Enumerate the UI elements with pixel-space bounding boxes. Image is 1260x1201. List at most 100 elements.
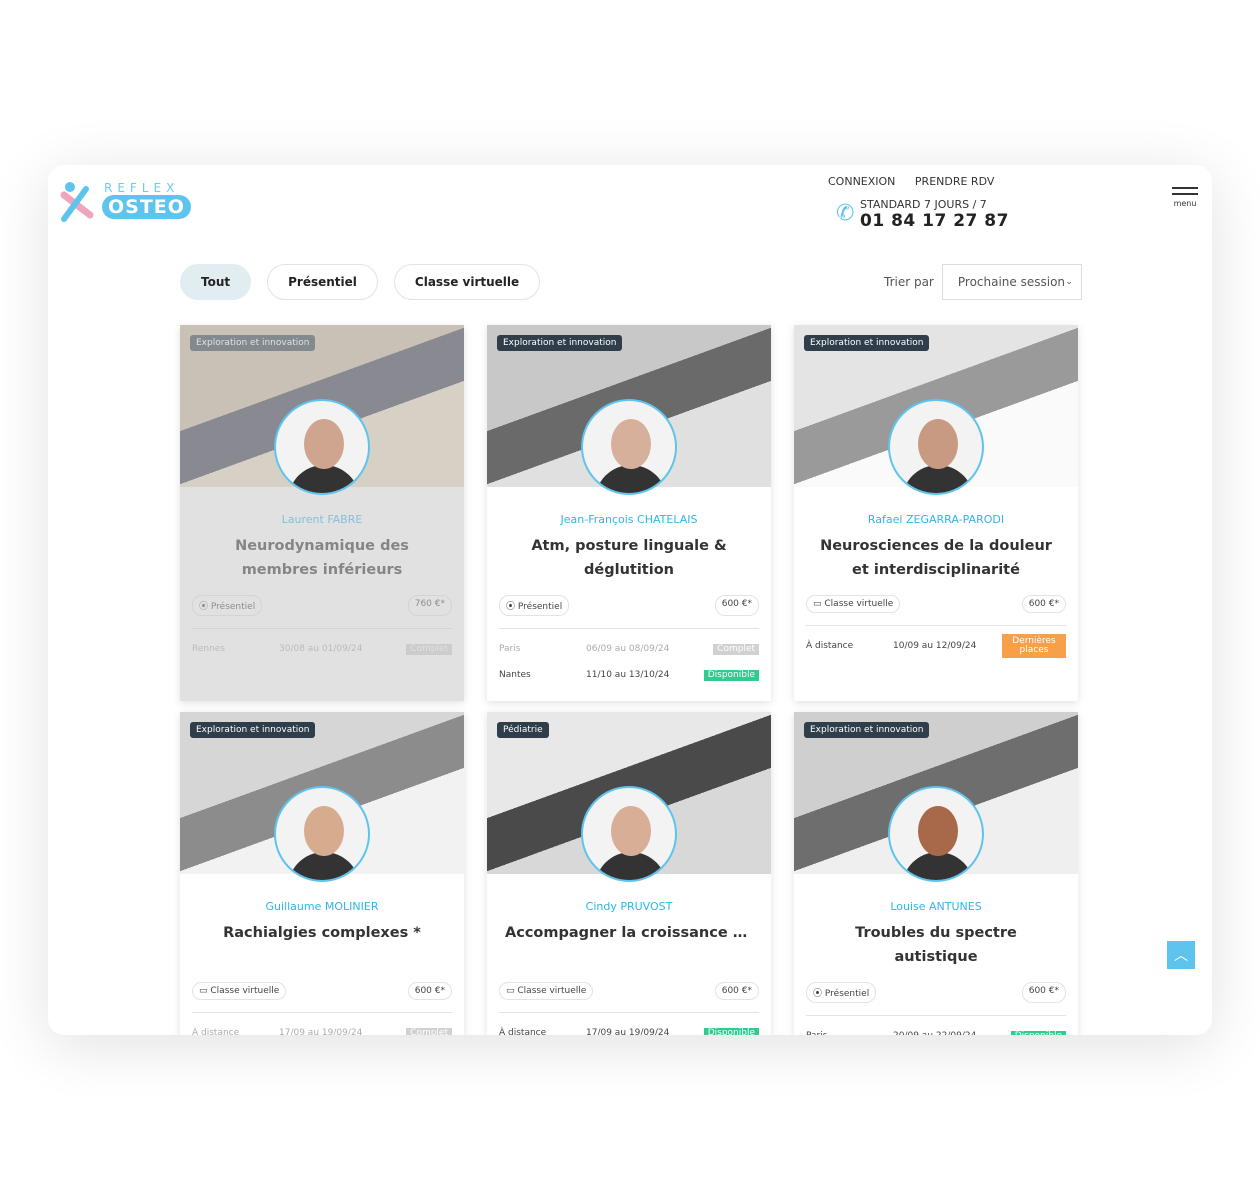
category-tag: Exploration et innovation [804, 722, 930, 738]
sort-value: Prochaine session [957, 275, 1066, 289]
course-title[interactable]: Neurosciences de la douleur et interdisc… [812, 534, 1060, 582]
mode-label: Présentiel [824, 989, 870, 999]
mode-chip: ⦿ Présentiel [806, 982, 877, 1003]
category-tag: Exploration et innovation [190, 722, 316, 738]
session-city: À distance [499, 1028, 547, 1035]
course-card[interactable]: Exploration et innovation Louise ANTUNES… [794, 712, 1078, 1035]
session-dates: 10/09 au 12/09/24 [893, 641, 977, 651]
session-dates: 11/10 au 13/10/24 [586, 670, 670, 680]
video-icon: ▭ [506, 986, 515, 996]
brand-line2: OSTEO [102, 195, 191, 219]
chevron-down-icon: ⌄ [1065, 277, 1073, 287]
price-chip: 600 €* [407, 982, 452, 1000]
trainer-name[interactable]: Laurent FABRE [180, 513, 464, 526]
session-row[interactable]: À distance 10/09 au 12/09/24 Dernières p… [806, 634, 1066, 658]
course-title[interactable]: Atm, posture linguale & déglutition [505, 534, 753, 582]
video-icon: ▭ [813, 599, 822, 609]
mode-chip: ▭ Classe virtuelle [499, 982, 594, 1000]
mode-label: Classe virtuelle [824, 599, 894, 609]
map-pin-icon: ⦿ [506, 602, 516, 612]
status-badge: Complet [406, 1027, 452, 1035]
category-tag: Pédiatrie [497, 722, 549, 738]
session-dates: 30/08 au 01/09/24 [279, 644, 363, 654]
trainer-avatar [888, 786, 984, 882]
mode-chip: ▭ Classe virtuelle [192, 982, 287, 1000]
sort-select[interactable]: Prochaine session ⌄ [941, 264, 1082, 300]
course-card[interactable]: Pédiatrie Cindy PRUVOST Accompagner la c… [487, 712, 771, 1035]
status-badge: Complet [713, 643, 759, 655]
filter-all[interactable]: Tout [180, 264, 252, 300]
status-badge: Complet [406, 643, 452, 655]
browser-window: REFLEX OSTEO CONNEXION PRENDRE RDV ✆ STA… [48, 165, 1212, 1035]
trainer-name[interactable]: Cindy PRUVOST [487, 900, 771, 913]
trainer-avatar [581, 786, 677, 882]
menu-label: menu [1173, 199, 1197, 208]
divider [499, 628, 759, 629]
session-city: Nantes [499, 670, 531, 680]
chevron-up-icon: ︿ [1174, 948, 1188, 964]
trainer-avatar [581, 399, 677, 495]
category-tag: Exploration et innovation [804, 335, 930, 351]
session-city: À distance [806, 641, 854, 651]
map-pin-icon: ⦿ [199, 602, 209, 612]
scroll-to-top-button[interactable]: ︿ [1167, 941, 1195, 969]
phone-icon: ✆ [836, 201, 855, 226]
logo-figure-icon [60, 182, 94, 222]
session-dates: 17/09 au 19/09/24 [279, 1028, 363, 1035]
session-row[interactable]: Rennes 30/08 au 01/09/24 Complet [192, 643, 452, 655]
sort-label: Trier par [884, 275, 934, 289]
course-card[interactable]: Exploration et innovation Jean-François … [487, 325, 771, 701]
hamburger-icon [1172, 187, 1198, 189]
course-title[interactable]: Accompagner la croissance de l'enfant, e… [505, 921, 753, 969]
map-pin-icon: ⦿ [813, 989, 823, 999]
divider [806, 625, 1066, 626]
trainer-name[interactable]: Louise ANTUNES [794, 900, 1078, 913]
course-card[interactable]: Exploration et innovation Laurent FABRE … [180, 325, 464, 701]
price-chip: 760 €* [407, 595, 452, 616]
divider [192, 1012, 452, 1013]
session-city: À distance [192, 1028, 240, 1035]
filter-virtual[interactable]: Classe virtuelle [393, 264, 541, 300]
course-card[interactable]: Exploration et innovation Guillaume MOLI… [180, 712, 464, 1035]
phone-number: 01 84 17 27 87 [860, 211, 1009, 231]
course-title[interactable]: Rachialgies complexes * [198, 921, 446, 969]
video-icon: ▭ [199, 986, 208, 996]
session-city: Paris [806, 1031, 893, 1035]
course-title[interactable]: Neurodynamique des membres inférieurs [198, 534, 446, 582]
session-row[interactable]: Paris 20/09 au 22/09/24 Disponible [806, 1030, 1066, 1035]
phone-label: STANDARD 7 JOURS / 7 [860, 198, 987, 211]
session-row[interactable]: À distance 17/09 au 19/09/24 Disponible [499, 1027, 759, 1035]
filter-in-person[interactable]: Présentiel [267, 264, 378, 300]
session-dates: 06/09 au 08/09/24 [586, 644, 670, 654]
hamburger-icon-bar [1172, 193, 1198, 195]
session-dates: 20/09 au 22/09/24 [893, 1031, 1011, 1035]
trainer-name[interactable]: Jean-François CHATELAIS [487, 513, 771, 526]
trainer-name[interactable]: Rafael ZEGARRA-PARODI [794, 513, 1078, 526]
status-badge: Disponible [1010, 1030, 1066, 1035]
logo[interactable]: REFLEX OSTEO [56, 181, 191, 225]
book-appointment-link[interactable]: PRENDRE RDV [915, 175, 994, 188]
course-card[interactable]: Exploration et innovation Rafael ZEGARRA… [794, 325, 1078, 701]
mode-label: Présentiel [210, 602, 256, 612]
status-badge: Disponible [703, 1027, 759, 1035]
phone-block[interactable]: ✆ STANDARD 7 JOURS / 7 01 84 17 27 87 [832, 195, 1017, 234]
session-row[interactable]: Paris 06/09 au 08/09/24 Complet [499, 643, 759, 655]
mode-label: Classe virtuelle [210, 986, 280, 996]
divider [192, 628, 452, 629]
price-chip: 600 €* [1021, 982, 1066, 1003]
course-title[interactable]: Troubles du spectre autistique [812, 921, 1060, 969]
price-chip: 600 €* [1021, 595, 1066, 613]
trainer-name[interactable]: Guillaume MOLINIER [180, 900, 464, 913]
session-city: Paris [499, 644, 521, 654]
session-dates: 17/09 au 19/09/24 [586, 1028, 670, 1035]
session-row[interactable]: À distance 17/09 au 19/09/24 Complet [192, 1027, 452, 1035]
session-row[interactable]: Nantes 11/10 au 13/10/24 Disponible [499, 669, 759, 681]
brand-line1: REFLEX [104, 181, 180, 195]
menu-button[interactable]: menu [1172, 187, 1198, 208]
login-link[interactable]: CONNEXION [828, 175, 895, 188]
filter-bar: Tout Présentiel Classe virtuelle [180, 264, 541, 300]
sort-control: Trier par Prochaine session ⌄ [884, 264, 1082, 300]
category-tag: Exploration et innovation [190, 335, 316, 351]
mode-label: Présentiel [517, 602, 563, 612]
mode-label: Classe virtuelle [517, 986, 587, 996]
